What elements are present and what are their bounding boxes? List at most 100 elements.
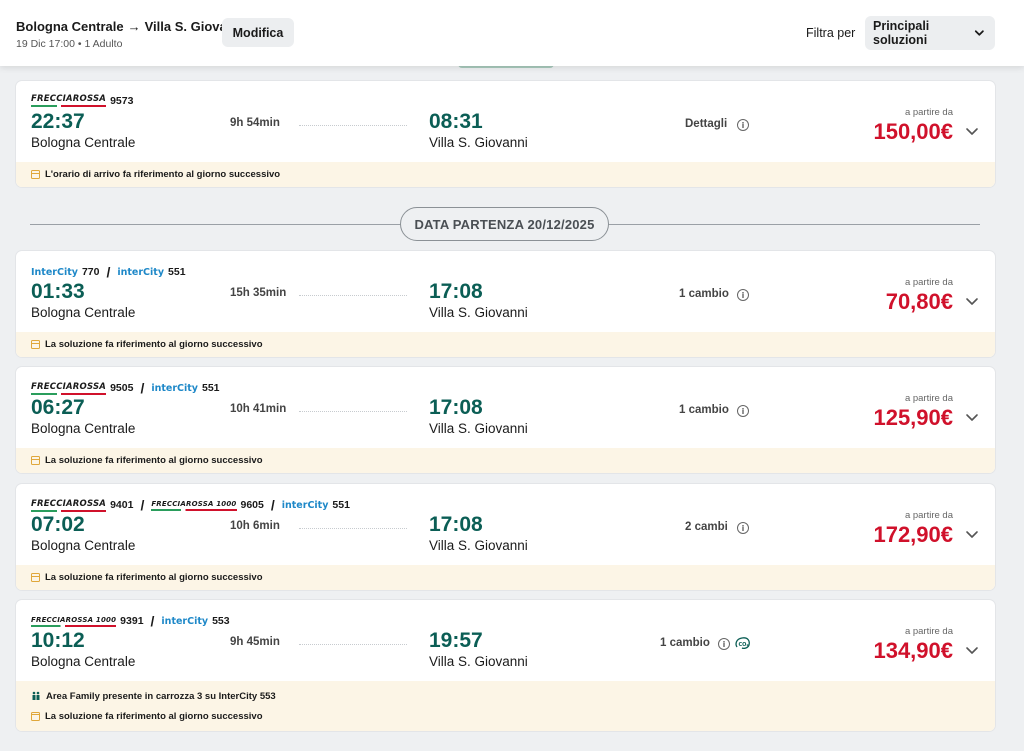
chevron-down-icon[interactable] [965, 530, 979, 540]
chevron-down-icon [975, 30, 985, 36]
train-list: InterCity 770 / interCity 551 [31, 264, 186, 280]
intercity-logo: interCity [117, 266, 165, 278]
duration-line [299, 411, 407, 412]
date-divider: DATA PARTENZA 20/12/2025 [400, 207, 609, 241]
duration: 9h 45min [230, 636, 280, 648]
changes-count[interactable]: 1 cambio [660, 637, 710, 649]
solution-card[interactable]: FRECCIAROSSA 9505 / interCity 551 06:27 … [16, 367, 995, 473]
train-number: 9505 [110, 382, 134, 394]
family-icon [32, 691, 40, 700]
departure-time: 10:12 [31, 629, 85, 652]
notice-text: La soluzione fa riferimento al giorno su… [45, 710, 263, 722]
departure-time: 01:33 [31, 280, 85, 303]
price-from-label: a partire da [904, 277, 953, 288]
info-icon[interactable]: i [737, 289, 749, 301]
train-number: 551 [201, 382, 220, 394]
arrival-time: 17:08 [429, 280, 483, 303]
info-icon[interactable]: i [718, 638, 730, 650]
chevron-down-icon[interactable] [965, 297, 979, 307]
arrival-station: Villa S. Giovanni [429, 135, 528, 150]
chevron-down-icon[interactable] [965, 646, 979, 656]
train-separator: / [270, 497, 275, 513]
notice-area: La soluzione fa riferimento al giorno su… [16, 332, 995, 357]
notice-area: La soluzione fa riferimento al giorno su… [16, 565, 995, 590]
intercity-logo: interCity [281, 499, 329, 511]
train-separator: / [106, 264, 111, 280]
departure-station: Bologna Centrale [31, 305, 136, 320]
arrival-time: 17:08 [429, 513, 483, 536]
price-from-label: a partire da [904, 510, 953, 521]
arrival-station: Villa S. Giovanni [429, 305, 528, 320]
price: 125,90€ [873, 405, 953, 430]
changes-count[interactable]: 1 cambio [679, 288, 729, 300]
train-separator: / [140, 380, 145, 396]
calendar-icon [31, 711, 40, 721]
duration: 15h 35min [230, 287, 287, 299]
departure-station: Bologna Centrale [31, 654, 136, 669]
price: 134,90€ [873, 638, 953, 663]
intercity-logo: interCity [151, 382, 198, 394]
train-number: 9391 [120, 615, 144, 627]
duration: 10h 41min [230, 403, 287, 415]
changes-count[interactable]: 2 cambi [685, 521, 728, 533]
notice-line: Area Family presente in carrozza 3 su In… [31, 691, 995, 702]
departure-time: 22:37 [31, 110, 85, 133]
filter-select-value: Principali soluzioni [873, 19, 930, 47]
route-from: Bologna Centrale [16, 19, 124, 34]
co2-leaf-icon: CO₂ [735, 637, 750, 650]
filter-select[interactable]: Principali soluzioni [865, 16, 995, 50]
train-list: FRECCIAROSSA 9505 / interCity 551 [31, 380, 220, 396]
frecciarossa-logo: FRECCIAROSSA [31, 94, 107, 107]
details-link[interactable]: Dettagli [685, 118, 727, 130]
notice-line: La soluzione fa riferimento al giorno su… [31, 711, 995, 722]
notice-text: La soluzione fa riferimento al giorno su… [45, 572, 263, 583]
info-icon[interactable]: i [737, 119, 749, 131]
arrival-time: 08:31 [429, 110, 483, 133]
duration: 9h 54min [230, 117, 280, 129]
departure-station: Bologna Centrale [31, 421, 136, 436]
arrow-right-icon: → [127, 19, 141, 34]
price-from-label: a partire da [904, 626, 953, 637]
solution-card[interactable]: FRECCIAROSSA 9573 22:37 Bologna Centrale… [16, 81, 995, 187]
notice-area: Area Family presente in carrozza 3 su In… [16, 681, 995, 731]
calendar-icon [31, 573, 40, 582]
train-separator: / [150, 613, 155, 629]
arrival-time: 17:08 [429, 396, 483, 419]
train-number: 551 [168, 266, 186, 278]
info-icon[interactable]: i [737, 405, 749, 417]
departure-station: Bologna Centrale [31, 135, 136, 150]
info-icon[interactable]: i [737, 522, 749, 534]
notice-line: La soluzione fa riferimento al giorno su… [31, 339, 995, 350]
train-number: 770 [81, 266, 100, 278]
train-list: FRECCIAROSSA 1000 9391 / interCity 553 [31, 613, 230, 629]
train-number: 553 [212, 615, 230, 627]
changes-count[interactable]: 1 cambio [679, 404, 729, 416]
frecciarossa-logo: FRECCIAROSSA [31, 499, 107, 512]
arrival-station: Villa S. Giovanni [429, 538, 528, 553]
train-number: 9605 [240, 499, 264, 511]
solution-card[interactable]: InterCity 770 / interCity 551 01:33 Bolo… [16, 251, 995, 357]
arrival-time: 19:57 [429, 629, 483, 652]
notice-line: La soluzione fa riferimento al giorno su… [31, 455, 995, 466]
price-from-label: a partire da [904, 107, 953, 118]
arrival-station: Villa S. Giovanni [429, 654, 528, 669]
train-number: 9573 [110, 94, 134, 107]
chevron-down-icon[interactable] [965, 127, 979, 137]
solution-card[interactable]: FRECCIAROSSA 9401 / FRECCIAROSSA 1000 96… [16, 484, 995, 590]
frecciarossa-logo: FRECCIAROSSA [31, 382, 107, 395]
duration-line [299, 528, 407, 529]
family-notice-text: Area Family presente in carrozza 3 su In… [46, 690, 276, 702]
edit-search-button[interactable]: Modifica [222, 18, 294, 47]
chevron-down-icon[interactable] [965, 413, 979, 423]
filter-label: Filtra per [806, 26, 856, 40]
duration: 10h 6min [230, 520, 280, 532]
intercity-logo: interCity [161, 615, 209, 627]
price: 70,80€ [885, 289, 953, 314]
notice-text: La soluzione fa riferimento al giorno su… [45, 455, 263, 466]
calendar-icon [31, 340, 40, 349]
solution-card[interactable]: FRECCIAROSSA 1000 9391 / interCity 553 1… [16, 600, 995, 731]
departure-station: Bologna Centrale [31, 538, 136, 553]
duration-line [299, 644, 407, 645]
train-list: FRECCIAROSSA 9401 / FRECCIAROSSA 1000 96… [31, 497, 350, 513]
price: 172,90€ [873, 522, 953, 547]
